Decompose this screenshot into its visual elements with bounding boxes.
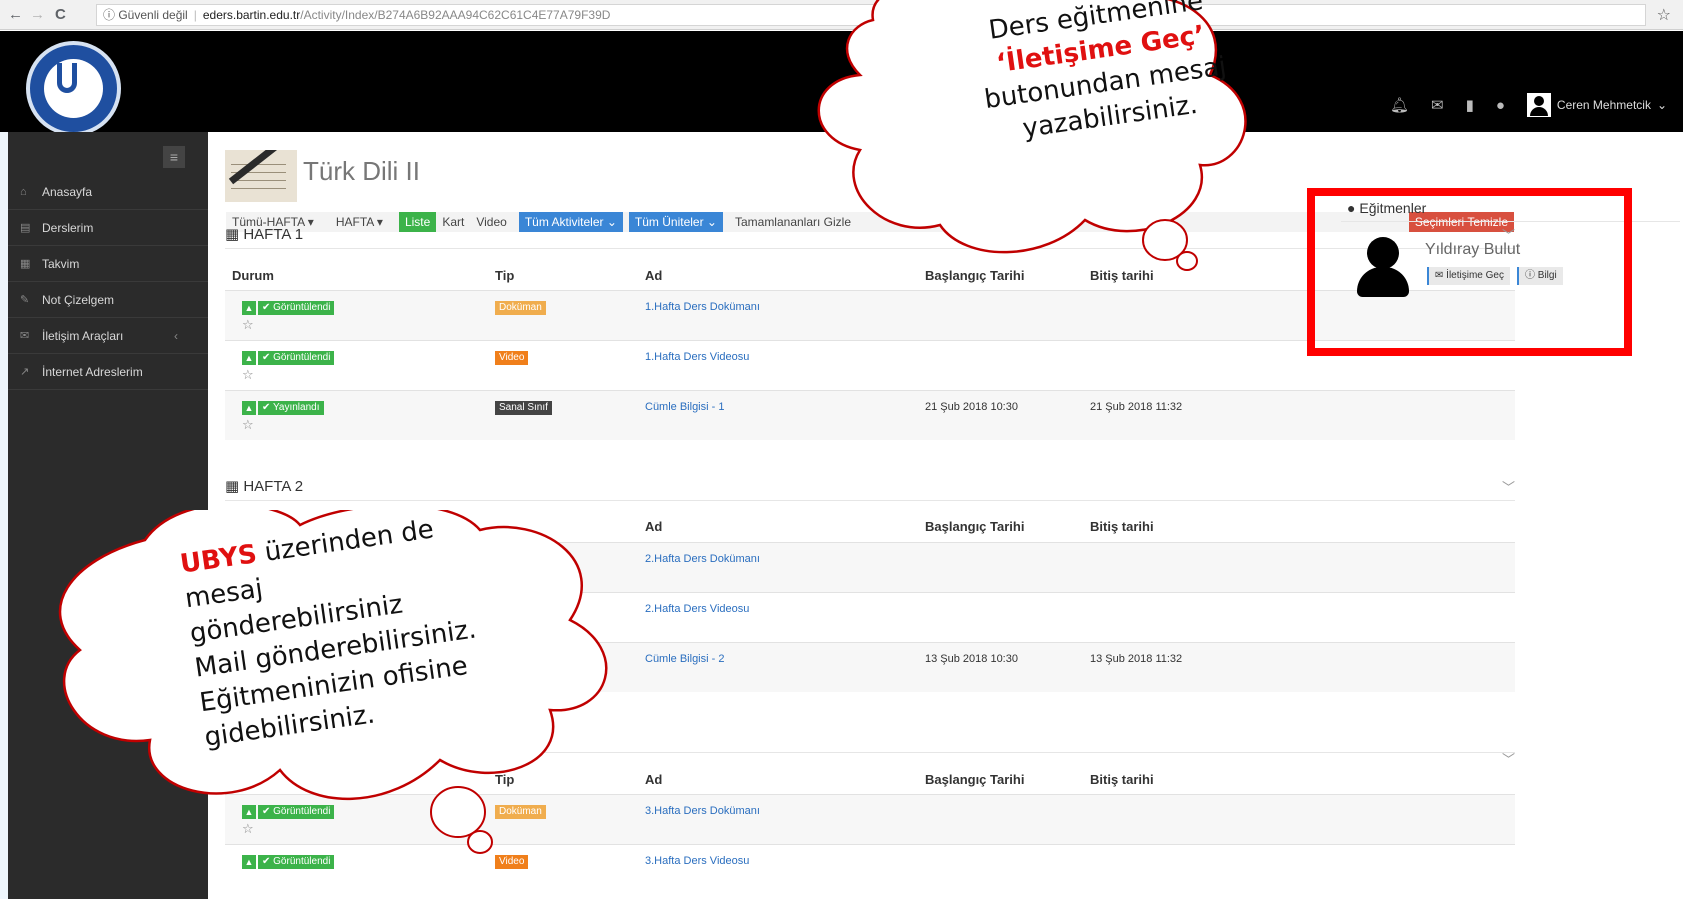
forward-arrow-icon[interactable]: → <box>30 6 45 24</box>
table-row: ▲ ✔ Yayınlandı ☆ Sanal Sınıf Cümle Bilgis… <box>225 390 1515 440</box>
sidebar-item-iletisim-araclari[interactable]: ✉ İletişim Araçları ‹ <box>8 318 208 354</box>
start-date: 13 Şub 2018 10:30 <box>925 653 1018 665</box>
calendar-icon: ▦ <box>225 478 244 495</box>
highlight-frame <box>1307 188 1632 356</box>
status-badge: ✔ Görüntülendi <box>258 301 335 315</box>
column-header-start: Başlangıç Tarihi <box>925 772 1025 787</box>
thumbs-up-icon[interactable]: ▲ <box>242 351 256 365</box>
pencil-icon: ✎ <box>20 294 30 306</box>
calendar-icon: ▦ <box>225 226 244 243</box>
activity-link[interactable]: 2.Hafta Ders Videosu <box>645 603 749 615</box>
column-header-type: Tip <box>495 268 515 283</box>
reload-icon[interactable]: C <box>55 6 66 24</box>
page-title: Türk Dili II <box>303 156 420 186</box>
start-date: 21 Şub 2018 10:30 <box>925 401 1018 413</box>
security-indicator[interactable]: ⓘ Güvenli değil <box>103 8 188 22</box>
thumbs-up-icon[interactable]: ▲ <box>242 301 256 315</box>
sidebar-item-derslerim[interactable]: ▤ Derslerim <box>8 210 208 246</box>
end-date: 21 Şub 2018 11:32 <box>1090 401 1183 413</box>
sidebar-item-label: Anasayfa <box>42 184 93 199</box>
sidebar-item-label: İletişim Araçları <box>42 328 124 343</box>
book-icon[interactable]: ▮ <box>1466 96 1474 114</box>
activity-link[interactable]: 2.Hafta Ders Dokümanı <box>645 553 760 565</box>
header-icons: 🔔︎ ✉ ▮ ● Ceren Mehmetcik ⌄ <box>1390 93 1667 117</box>
activity-link[interactable]: Cümle Bilgisi - 2 <box>645 653 724 665</box>
status-badge: ✔ Görüntülendi <box>258 351 335 365</box>
thumbs-up-icon[interactable]: ▲ <box>242 401 256 415</box>
menu-toggle-icon[interactable]: ≡ <box>163 146 185 168</box>
star-icon[interactable]: ☆ <box>242 367 254 383</box>
week-title: HAFTA 2 <box>243 478 304 495</box>
bell-icon[interactable]: 🔔︎ <box>1390 96 1409 114</box>
status-badge: ✔ Yayınlandı <box>258 401 324 415</box>
week-title: HAFTA 1 <box>243 226 304 243</box>
column-header-name: Ad <box>645 772 663 787</box>
column-header-end: Bitiş tarihi <box>1090 772 1154 787</box>
star-icon[interactable]: ☆ <box>242 417 254 433</box>
sidebar-item-internet-adreslerim[interactable]: ↗ İnternet Adreslerim <box>8 354 208 390</box>
avatar <box>1526 93 1551 117</box>
sidebar-item-label: Takvim <box>42 256 80 271</box>
type-badge: Doküman <box>495 301 546 315</box>
envelope-icon: ✉ <box>20 330 30 342</box>
sidebar-item-takvim[interactable]: ▦ Takvim <box>8 246 208 282</box>
week-2-header[interactable]: ▦ HAFTA 2 ﹀ <box>225 477 1515 495</box>
globe-icon[interactable]: ● <box>1496 97 1505 114</box>
activity-link[interactable]: 3.Hafta Ders Videosu <box>645 855 749 867</box>
type-badge: Video <box>495 351 529 365</box>
calendar-icon: ▦ <box>20 258 31 270</box>
activity-link[interactable]: Cümle Bilgisi - 1 <box>645 401 724 413</box>
sidebar-item-anasayfa[interactable]: ⌂ Anasayfa <box>8 174 208 210</box>
university-seal-icon[interactable] <box>26 41 121 136</box>
star-icon[interactable]: ☆ <box>1657 5 1671 25</box>
activity-link[interactable]: 1.Hafta Ders Dokümanı <box>645 301 760 313</box>
column-header-start: Başlangıç Tarihi <box>925 519 1025 534</box>
external-link-icon: ↗ <box>20 366 30 378</box>
column-header-name: Ad <box>645 268 663 283</box>
activity-link[interactable]: 3.Hafta Ders Dokümanı <box>645 805 760 817</box>
back-arrow-icon[interactable]: ← <box>8 6 23 24</box>
end-date: 13 Şub 2018 11:32 <box>1090 653 1183 665</box>
user-name: Ceren Mehmetcik <box>1556 98 1651 112</box>
type-badge: Sanal Sınıf <box>495 401 552 415</box>
column-header-status: Durum <box>232 268 274 283</box>
chevron-down-icon: ⌄ <box>1656 98 1667 112</box>
user-menu[interactable]: Ceren Mehmetcik ⌄ <box>1526 93 1667 117</box>
sidebar-item-not-cizelgem[interactable]: ✎ Not Çizelgem <box>8 282 208 318</box>
activity-link[interactable]: 1.Hafta Ders Videosu <box>645 351 749 363</box>
divider <box>225 500 1515 501</box>
book-icon: ▤ <box>20 222 31 234</box>
chevron-down-icon[interactable]: ﹀ <box>1502 477 1515 496</box>
course-image <box>225 150 297 202</box>
url-path: /Activity/Index/B274A6B92AAA94C62C61C4E7… <box>300 8 611 22</box>
sidebar-item-label: Derslerim <box>42 220 94 235</box>
envelope-icon[interactable]: ✉ <box>1431 96 1444 114</box>
chevron-left-icon: ‹ <box>174 328 178 343</box>
page-left-edge <box>0 132 8 899</box>
star-icon[interactable]: ☆ <box>242 317 254 333</box>
column-header-name: Ad <box>645 519 663 534</box>
sidebar-item-label: İnternet Adreslerim <box>42 364 143 379</box>
home-icon: ⌂ <box>20 185 27 198</box>
column-header-end: Bitiş tarihi <box>1090 519 1154 534</box>
url-host: eders.bartin.edu.tr <box>202 8 301 22</box>
sidebar-item-label: Not Çizelgem <box>42 292 115 307</box>
